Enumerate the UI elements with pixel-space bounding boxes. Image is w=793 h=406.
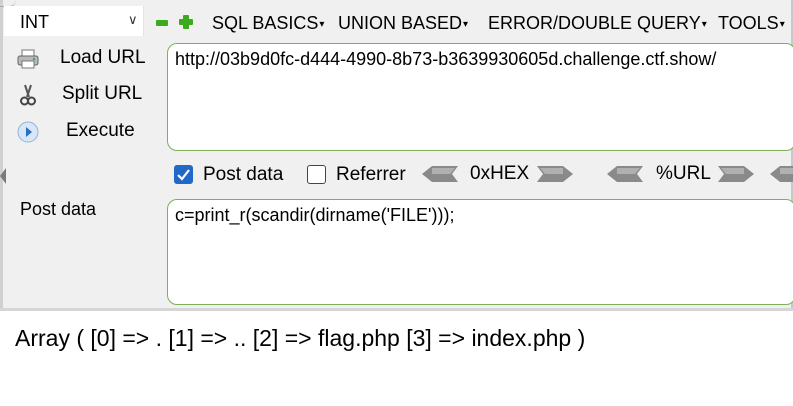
menu-arrow-icon: ▾ <box>463 19 469 30</box>
increase-button[interactable] <box>179 15 193 29</box>
menu-sql-basics[interactable]: SQL BASICS▾ <box>212 13 324 34</box>
url-encode-arrow-icon[interactable] <box>718 166 754 182</box>
referrer-checkbox[interactable] <box>307 165 326 184</box>
post-data-value: c=print_r(scandir(dirname('FILE'))); <box>175 205 455 225</box>
chevron-down-icon: ∨ <box>128 12 138 27</box>
play-icon <box>17 121 39 143</box>
referrer-checkbox-label: Referrer <box>336 164 406 185</box>
hex-decode-arrow-icon[interactable] <box>422 166 458 182</box>
hex-label: 0xHEX <box>470 163 530 184</box>
load-url-label: Load URL <box>60 47 146 68</box>
hex-encode-arrow-icon[interactable] <box>537 166 573 182</box>
printer-icon <box>17 49 39 69</box>
injection-type-value: INT <box>20 12 49 32</box>
url-input[interactable]: http://03b9d0fc-d444-4990-8b73-b36399306… <box>167 43 793 151</box>
page-output: Array ( [0] => . [1] => .. [2] => flag.p… <box>15 325 586 351</box>
split-url-button[interactable]: Split URL <box>14 81 154 109</box>
menu-error-double-query-label: ERROR/DOUBLE QUERY <box>488 13 701 33</box>
url-value: http://03b9d0fc-d444-4990-8b73-b36399306… <box>175 49 717 69</box>
split-url-label: Split URL <box>62 83 143 104</box>
panel-bottom-border <box>0 308 793 311</box>
post-data-checkbox-label: Post data <box>203 164 284 185</box>
post-data-label: Post data <box>20 199 97 219</box>
menu-union-based[interactable]: UNION BASED▾ <box>338 13 468 34</box>
load-url-button[interactable]: Load URL <box>14 45 154 73</box>
menu-tools[interactable]: TOOLS▾ <box>718 13 785 34</box>
execute-button[interactable]: Execute <box>14 118 154 146</box>
menu-arrow-icon: ▾ <box>779 19 785 30</box>
post-data-input[interactable]: c=print_r(scandir(dirname('FILE'))); <box>167 199 793 305</box>
execute-label: Execute <box>66 120 135 141</box>
post-data-checkbox[interactable] <box>174 165 193 184</box>
injection-type-select[interactable]: INT ∨ <box>4 6 144 36</box>
menu-arrow-icon: ▾ <box>701 19 707 30</box>
menu-error-double-query[interactable]: ERROR/DOUBLE QUERY▾ <box>488 13 707 34</box>
scissors-icon <box>20 84 36 106</box>
menu-sql-basics-label: SQL BASICS <box>212 13 319 33</box>
panel-left-border <box>0 0 3 311</box>
check-icon <box>177 169 190 181</box>
menu-tools-label: TOOLS <box>718 13 779 33</box>
more-arrow-icon[interactable] <box>770 166 793 182</box>
menu-arrow-icon: ▾ <box>319 19 325 30</box>
decrease-button[interactable] <box>156 20 168 26</box>
url-encode-label: %URL <box>656 163 711 184</box>
url-decode-arrow-icon[interactable] <box>607 166 643 182</box>
menu-union-based-label: UNION BASED <box>338 13 463 33</box>
